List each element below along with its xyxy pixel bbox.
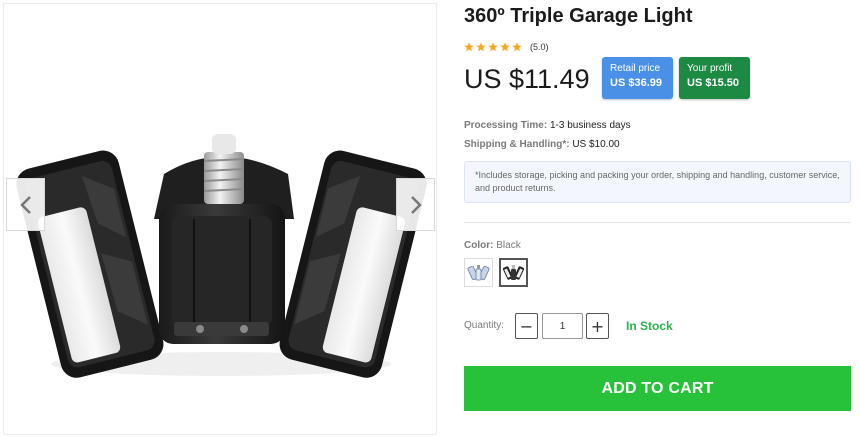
product-image — [16, 134, 427, 378]
shipping-handling: Shipping & Handling*: US $10.00 — [464, 139, 620, 150]
shipping-value: US $10.00 — [572, 139, 620, 150]
garage-light-white-thumbnail — [467, 265, 490, 281]
add-to-cart-button[interactable]: ADD TO CART — [464, 366, 851, 411]
quantity-increase-button[interactable]: + — [586, 313, 609, 339]
color-swatch-white[interactable] — [464, 258, 493, 287]
retail-price-label: Retail price — [610, 63, 661, 74]
profit-value: US $15.50 — [687, 77, 739, 89]
profit-badge: Your profit US $15.50 — [679, 57, 750, 99]
retail-price-value: US $36.99 — [610, 77, 662, 89]
profit-label: Your profit — [687, 63, 733, 74]
star-icon — [464, 42, 474, 52]
product-title: 360º Triple Garage Light — [464, 5, 693, 27]
shipping-label: Shipping & Handling*: — [464, 139, 570, 150]
star-icon — [488, 42, 498, 52]
gallery-prev-button[interactable] — [6, 178, 45, 231]
processing-time-label: Processing Time: — [464, 120, 548, 131]
star-icon — [476, 42, 486, 52]
color-value: Black — [496, 240, 521, 251]
quantity-input[interactable] — [542, 313, 583, 339]
color-selector-label: Color: Black — [464, 240, 521, 251]
stock-status: In Stock — [626, 319, 673, 333]
gallery-next-button[interactable] — [396, 178, 435, 231]
garage-light-black-thumbnail — [502, 265, 525, 280]
retail-price-badge: Retail price US $36.99 — [602, 57, 673, 99]
product-price: US $11.49 — [464, 64, 590, 94]
shipping-note: *Includes storage, picking and packing y… — [464, 161, 851, 203]
product-info: 360º Triple Garage Light (5.0) US $11.49… — [464, 0, 852, 437]
chevron-right-icon — [410, 195, 422, 214]
quantity-label: Quantity: — [464, 320, 505, 331]
star-icon — [512, 42, 522, 52]
processing-time: Processing Time: 1-3 business days — [464, 120, 631, 131]
processing-time-value: 1-3 business days — [549, 120, 631, 131]
product-gallery — [3, 3, 437, 435]
color-swatch-black[interactable] — [499, 258, 528, 287]
quantity-decrease-button[interactable]: − — [515, 313, 538, 339]
product-rating: (5.0) — [464, 42, 549, 52]
color-label: Color: — [464, 240, 494, 251]
rating-score: (5.0) — [530, 42, 549, 52]
star-icon — [500, 42, 510, 52]
chevron-left-icon — [19, 195, 31, 214]
divider — [464, 222, 851, 223]
